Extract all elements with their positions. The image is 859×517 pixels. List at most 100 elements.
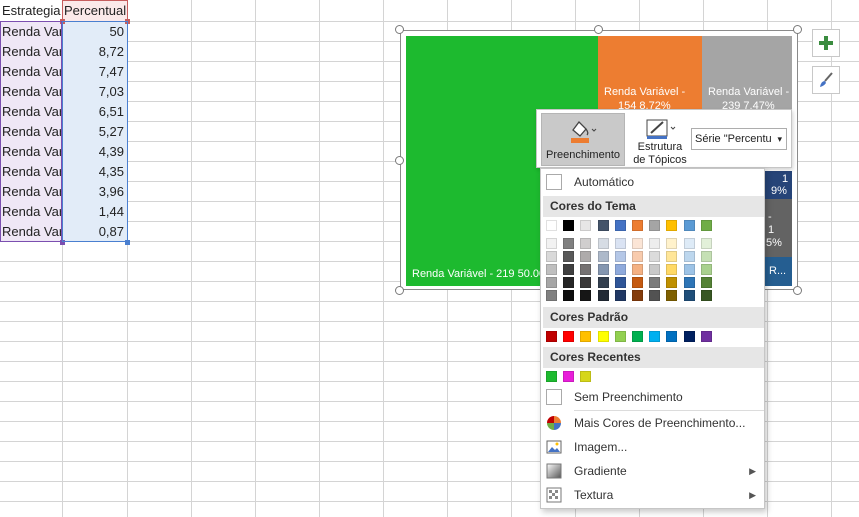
outline-button[interactable]: Estrutura de Tópicos: [629, 113, 691, 166]
theme-shade-swatch[interactable]: [546, 238, 557, 249]
theme-shade-swatch[interactable]: [649, 264, 661, 275]
resize-handle[interactable]: [395, 156, 404, 165]
standard-color-swatch[interactable]: [614, 331, 626, 342]
theme-shade-swatch[interactable]: [546, 277, 557, 288]
theme-shade-swatch[interactable]: [649, 277, 661, 288]
cell[interactable]: 4,35: [63, 162, 127, 182]
no-fill-option[interactable]: Sem Preenchimento: [541, 386, 764, 408]
theme-color-swatch[interactable]: [649, 220, 661, 231]
theme-shade-swatch[interactable]: [563, 264, 575, 275]
cell[interactable]: 5,27: [63, 122, 127, 142]
theme-shade-swatch[interactable]: [683, 277, 695, 288]
theme-shade-swatch[interactable]: [632, 264, 643, 275]
theme-shade-swatch[interactable]: [700, 277, 712, 288]
resize-handle[interactable]: [395, 25, 404, 34]
theme-shade-swatch[interactable]: [683, 238, 695, 249]
theme-shade-swatch[interactable]: [614, 264, 626, 275]
theme-shade-swatch[interactable]: [614, 251, 626, 262]
recent-color-swatch[interactable]: [580, 371, 592, 382]
chart-styles-button[interactable]: [812, 66, 840, 94]
theme-color-swatch[interactable]: [597, 220, 609, 231]
cell[interactable]: 6,51: [63, 102, 127, 122]
standard-color-swatch[interactable]: [700, 331, 712, 342]
theme-shade-swatch[interactable]: [597, 238, 609, 249]
theme-shade-swatch[interactable]: [580, 238, 592, 249]
theme-shade-swatch[interactable]: [597, 251, 609, 262]
cell[interactable]: Renda Vari: [0, 162, 62, 182]
theme-color-swatch[interactable]: [666, 220, 678, 231]
theme-shade-swatch[interactable]: [632, 290, 643, 301]
theme-shade-swatch[interactable]: [632, 238, 643, 249]
theme-shade-swatch[interactable]: [563, 277, 575, 288]
cell[interactable]: 3,96: [63, 182, 127, 202]
picture-option[interactable]: Imagem...: [541, 436, 764, 458]
theme-shade-swatch[interactable]: [700, 251, 712, 262]
resize-handle[interactable]: [395, 286, 404, 295]
range-handle[interactable]: [125, 240, 130, 245]
cell[interactable]: 4,39: [63, 142, 127, 162]
theme-shade-swatch[interactable]: [666, 251, 678, 262]
theme-shade-swatch[interactable]: [700, 264, 712, 275]
theme-color-swatch[interactable]: [546, 220, 557, 231]
cell[interactable]: Renda Vari: [0, 202, 62, 222]
theme-shade-swatch[interactable]: [666, 264, 678, 275]
theme-shade-swatch[interactable]: [666, 277, 678, 288]
standard-color-swatch[interactable]: [563, 331, 575, 342]
treemap-tile[interactable]: - 1 5%: [762, 199, 792, 257]
theme-shade-swatch[interactable]: [597, 264, 609, 275]
standard-color-swatch[interactable]: [597, 331, 609, 342]
theme-shade-swatch[interactable]: [563, 238, 575, 249]
theme-shade-swatch[interactable]: [700, 238, 712, 249]
cell[interactable]: Renda Vari: [0, 122, 62, 142]
standard-color-swatch[interactable]: [632, 331, 643, 342]
theme-shade-swatch[interactable]: [580, 251, 592, 262]
more-colors-option[interactable]: Mais Cores de Preenchimento...: [541, 412, 764, 434]
cell[interactable]: 8,72: [63, 42, 127, 62]
resize-handle[interactable]: [594, 25, 603, 34]
treemap-tile[interactable]: R...: [762, 257, 792, 286]
fill-button[interactable]: Preenchimento: [541, 113, 625, 166]
theme-shade-swatch[interactable]: [700, 290, 712, 301]
treemap-tile[interactable]: 1 9%: [762, 171, 792, 199]
theme-shade-swatch[interactable]: [649, 238, 661, 249]
theme-color-swatch[interactable]: [563, 220, 575, 231]
theme-shade-swatch[interactable]: [666, 238, 678, 249]
treemap-tile[interactable]: Renda Variável - 154 8.72%: [598, 36, 702, 111]
range-handle[interactable]: [60, 240, 65, 245]
theme-color-swatch[interactable]: [614, 220, 626, 231]
range-handle[interactable]: [125, 19, 130, 24]
cell[interactable]: Percentual: [63, 1, 127, 21]
standard-color-swatch[interactable]: [683, 331, 695, 342]
theme-shade-swatch[interactable]: [614, 238, 626, 249]
theme-shade-swatch[interactable]: [683, 264, 695, 275]
theme-color-swatch[interactable]: [700, 220, 712, 231]
theme-shade-swatch[interactable]: [683, 251, 695, 262]
theme-shade-swatch[interactable]: [563, 251, 575, 262]
cell[interactable]: Renda Vari: [0, 222, 62, 242]
cell[interactable]: Renda Vari: [0, 142, 62, 162]
cell[interactable]: Renda Vari: [0, 82, 62, 102]
treemap-tile[interactable]: Renda Variável - 239 7.47%: [702, 36, 792, 111]
cell[interactable]: 7,03: [63, 82, 127, 102]
theme-shade-swatch[interactable]: [649, 290, 661, 301]
theme-shade-swatch[interactable]: [546, 264, 557, 275]
cell[interactable]: Renda Vari: [0, 102, 62, 122]
resize-handle[interactable]: [793, 25, 802, 34]
theme-color-swatch[interactable]: [580, 220, 592, 231]
theme-shade-swatch[interactable]: [546, 290, 557, 301]
series-selector[interactable]: Série "Percentu ▾: [691, 128, 787, 150]
chart-elements-button[interactable]: [812, 29, 840, 57]
theme-shade-swatch[interactable]: [649, 251, 661, 262]
theme-shade-swatch[interactable]: [614, 277, 626, 288]
standard-color-swatch[interactable]: [666, 331, 678, 342]
resize-handle[interactable]: [793, 286, 802, 295]
cell[interactable]: Renda Vari: [0, 182, 62, 202]
recent-color-swatch[interactable]: [563, 371, 575, 382]
gradient-option[interactable]: Gradiente ▶: [541, 460, 764, 482]
theme-shade-swatch[interactable]: [683, 290, 695, 301]
cell[interactable]: 1,44: [63, 202, 127, 222]
cell[interactable]: 7,47: [63, 62, 127, 82]
cell[interactable]: 50: [63, 22, 127, 42]
recent-color-swatch[interactable]: [546, 371, 557, 382]
standard-color-swatch[interactable]: [649, 331, 661, 342]
